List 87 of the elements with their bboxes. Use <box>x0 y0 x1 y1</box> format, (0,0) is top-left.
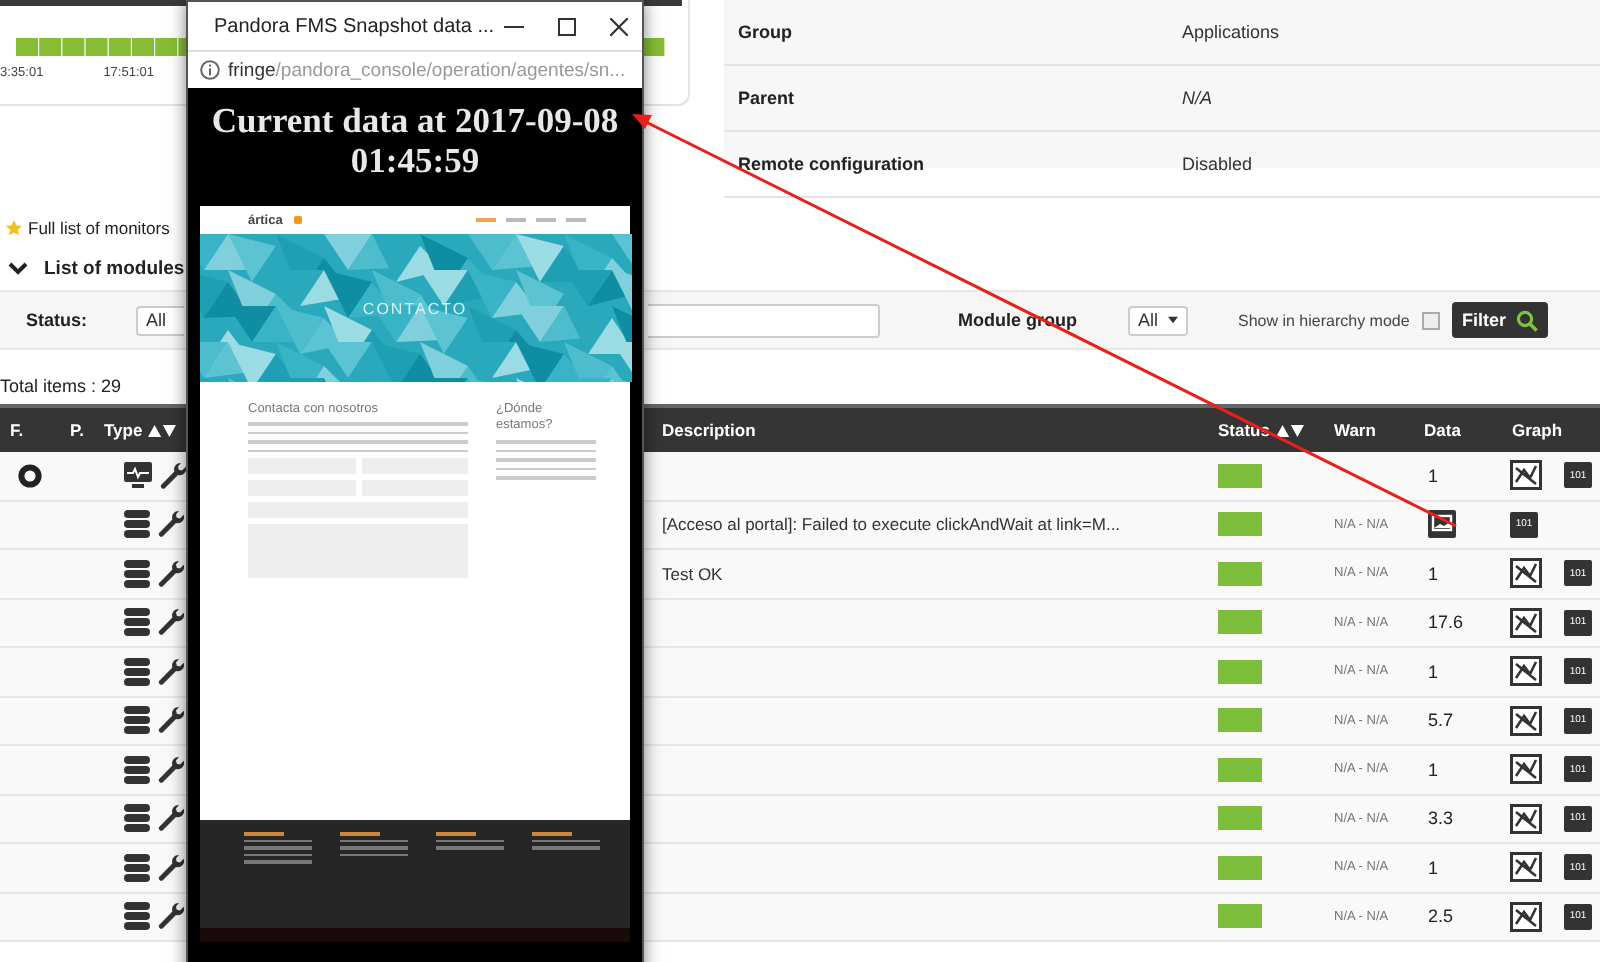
chart-icon[interactable] <box>1510 607 1542 638</box>
wrench-icon[interactable] <box>158 510 184 539</box>
data-value: 17.6 <box>1428 612 1464 633</box>
info-label: Parent <box>736 88 797 108</box>
footer-link-line <box>532 846 600 849</box>
caret-icon <box>1168 316 1178 324</box>
banner-title: CONTACTO <box>362 299 468 317</box>
chart-icon[interactable] <box>1510 852 1542 883</box>
hierarchy-label: Show in hierarchy mode <box>1238 311 1412 329</box>
footer-link-line <box>244 832 285 835</box>
close-icon[interactable] <box>610 17 629 35</box>
footer-link-line <box>244 839 312 842</box>
data-value: 1 <box>1428 857 1439 878</box>
data-value: 1 <box>1428 661 1439 682</box>
wrench-icon[interactable] <box>160 461 186 490</box>
status-select[interactable]: All <box>136 305 184 335</box>
text-line <box>496 467 596 470</box>
status-label: Status: <box>26 310 90 330</box>
wrench-icon[interactable] <box>158 902 184 931</box>
sort-icon[interactable] <box>148 423 177 437</box>
info-label: Group <box>736 22 794 42</box>
wrench-icon[interactable] <box>158 804 184 833</box>
chart-icon[interactable] <box>1510 558 1542 589</box>
minimize-icon[interactable] <box>504 25 525 27</box>
wrench-icon[interactable] <box>158 657 184 686</box>
text-line <box>496 476 596 479</box>
chevron-icon[interactable] <box>8 261 28 275</box>
module-description: Test OK <box>662 563 723 584</box>
module-description: [Acceso al portal]: Failed to execute clickAndWait at link=M... <box>662 514 1121 535</box>
info-icon[interactable] <box>200 60 220 80</box>
footer-link-line <box>340 846 408 849</box>
data-value: 2.5 <box>1428 906 1454 927</box>
maximize-icon[interactable] <box>558 17 577 35</box>
footer-link-line <box>244 853 312 856</box>
chart-icon[interactable] <box>1510 460 1542 491</box>
section-toggle[interactable]: List of modules <box>44 257 185 279</box>
column-header: Graph <box>1512 420 1563 440</box>
hierarchy-checkbox[interactable] <box>1422 311 1440 329</box>
window-title: Pandora FMS Snapshot data ... <box>214 15 495 37</box>
column-header: Warn <box>1334 420 1376 440</box>
star-icon <box>6 220 22 236</box>
chart-icon[interactable] <box>1510 901 1542 932</box>
filter-button[interactable]: Filter <box>1452 302 1548 338</box>
section-title: Full list of monitors <box>28 218 170 238</box>
total-items: Total items : 29 <box>0 374 124 400</box>
footer-link-line <box>532 839 600 842</box>
snapshot-heading: Current data at 2017-09-08 01:45:59 <box>209 100 621 180</box>
data-value: 1 <box>1428 759 1439 780</box>
text-line <box>496 458 596 461</box>
wrench-icon[interactable] <box>158 559 184 588</box>
column-header[interactable]: Type <box>104 420 177 440</box>
data-value: 1 <box>1428 563 1439 584</box>
info-value: N/A <box>1182 88 1213 108</box>
chart-icon[interactable] <box>1510 656 1542 687</box>
footer-link-line <box>340 853 408 856</box>
text-line <box>496 440 596 443</box>
wrench-icon[interactable] <box>158 853 184 882</box>
footer-link-line <box>340 839 408 842</box>
logo-mark <box>294 216 303 224</box>
wrench-icon[interactable] <box>158 706 184 735</box>
footer-link-line <box>532 832 573 835</box>
data-value: 3.3 <box>1428 808 1454 829</box>
footer-link-line <box>436 846 504 849</box>
column-header: F. <box>10 420 24 440</box>
search-icon <box>1516 309 1538 331</box>
column-header: Description <box>662 420 756 440</box>
wrench-icon[interactable] <box>158 755 184 784</box>
footer-link-line <box>436 832 477 835</box>
footer-link-line <box>244 860 312 863</box>
data-value: 1 <box>1428 465 1439 486</box>
footer-link-line <box>244 846 312 849</box>
info-value: Applications <box>1182 22 1280 42</box>
text-line <box>496 449 596 452</box>
chart-icon[interactable] <box>1510 803 1542 834</box>
column-header: Data <box>1424 420 1461 440</box>
wrench-icon[interactable] <box>158 608 184 637</box>
footer-link-line <box>340 832 381 835</box>
info-value: Disabled <box>1182 154 1253 174</box>
chart-icon[interactable] <box>1510 754 1542 785</box>
column-header: P. <box>70 420 84 440</box>
sort-icon[interactable] <box>1275 423 1304 437</box>
info-label: Remote configuration <box>736 154 927 174</box>
module-group-select[interactable]: All <box>1128 305 1188 335</box>
footer-link-line <box>436 839 504 842</box>
search-field[interactable] <box>648 303 880 337</box>
chart-icon[interactable] <box>1510 705 1542 736</box>
data-value: 5.7 <box>1428 710 1454 731</box>
